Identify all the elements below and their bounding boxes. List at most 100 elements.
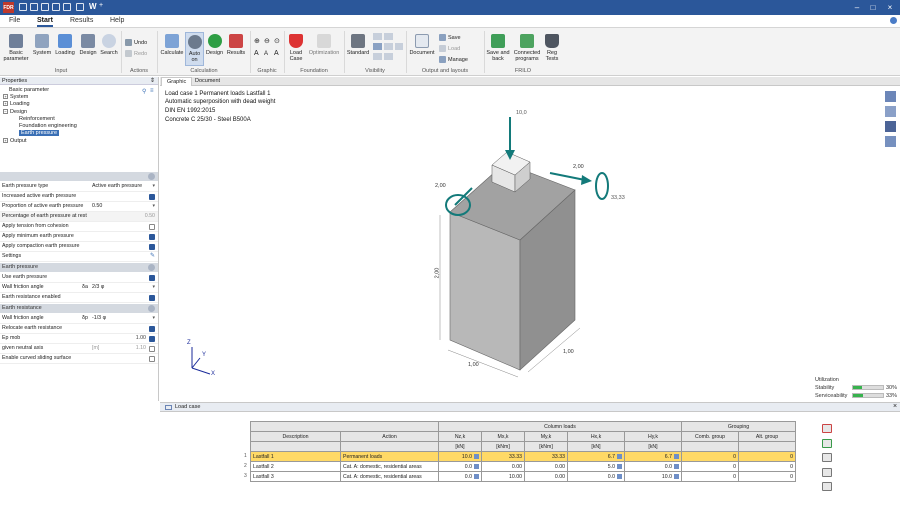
tab-help[interactable]: Help <box>110 17 124 24</box>
close-panel-icon[interactable]: × <box>893 403 897 410</box>
table-row[interactable]: Lastfall 2 Cat. A: domestic, residential… <box>250 461 796 472</box>
cell-description[interactable]: Lastfall 3 <box>250 471 341 482</box>
prop-earth-pressure-type[interactable]: Earth pressure type Active earth pressure… <box>0 182 158 192</box>
design-calc-button[interactable]: Design <box>205 34 224 56</box>
print-icon[interactable] <box>52 3 60 11</box>
checkbox[interactable] <box>149 346 155 352</box>
col-action[interactable]: Action <box>340 431 439 442</box>
design-input-button[interactable]: Design <box>77 34 99 56</box>
standard-view-button[interactable]: Standard <box>346 34 370 56</box>
toggle-2-icon[interactable] <box>384 33 393 40</box>
tree-basic-parameter[interactable]: Basic parameter <box>9 87 49 93</box>
cell-comb[interactable]: 0 <box>681 451 739 462</box>
search-icon[interactable]: ⚲ <box>142 88 146 95</box>
toggle-3-icon[interactable] <box>373 43 382 50</box>
col-alt-group[interactable]: Alt. group <box>738 431 796 442</box>
layout-load-button[interactable]: Load <box>439 45 460 52</box>
expand-icon[interactable]: + <box>3 101 8 106</box>
save-file-icon[interactable] <box>41 3 49 11</box>
col-mx[interactable]: Mx,k <box>481 431 525 442</box>
edit-cell-icon[interactable] <box>617 453 622 459</box>
tree-reinforcement[interactable]: Reinforcement <box>19 116 55 122</box>
font-larger-icon[interactable]: A <box>254 50 259 57</box>
loading-button[interactable]: Loading <box>54 34 76 56</box>
prop-settings[interactable]: Settings ✎ <box>0 252 158 262</box>
prop-earth-resistance-enabled[interactable]: Earth resistance enabled <box>0 293 158 303</box>
font-smaller-icon[interactable]: A <box>264 51 268 57</box>
system-button[interactable]: System <box>31 34 53 56</box>
tree-loading[interactable]: + Loading <box>3 101 30 107</box>
toggle-1-icon[interactable] <box>373 33 382 40</box>
section-earth-resistance[interactable]: Earth resistance <box>0 304 158 313</box>
help-icon[interactable] <box>890 17 897 24</box>
col-my[interactable]: My,k <box>524 431 568 442</box>
col-hy[interactable]: Hy,k <box>624 431 682 442</box>
collapse-icon[interactable]: ≡ <box>150 88 154 94</box>
section-collapse-icon[interactable] <box>148 264 155 271</box>
expand-icon[interactable]: + <box>3 138 8 143</box>
checkbox[interactable] <box>149 326 155 332</box>
undo-button[interactable]: Undo <box>125 39 147 46</box>
load-case-button[interactable]: Load Case <box>286 34 306 62</box>
zoom-out-icon[interactable]: ⊖ <box>264 37 270 45</box>
cell-hx[interactable]: 5.0 <box>567 461 625 472</box>
reg-tests-button[interactable]: Reg Tests <box>544 34 560 62</box>
zoom-in-icon[interactable]: ⊕ <box>254 37 260 45</box>
cell-hx[interactable]: 0.0 <box>567 471 625 482</box>
section-collapse-icon[interactable] <box>148 305 155 312</box>
prop-curved-sliding[interactable]: Enable curved sliding surface <box>0 354 158 364</box>
cell-action[interactable]: Permanent loads <box>340 451 439 462</box>
tree-output[interactable]: + Output <box>3 138 27 144</box>
open-file-icon[interactable] <box>30 3 38 11</box>
toggle-6-icon[interactable] <box>373 53 382 60</box>
cell-mx[interactable]: 0.00 <box>481 461 525 472</box>
cell-nz[interactable]: 10.0 <box>438 451 482 462</box>
prop-minimum-earth[interactable]: Apply minimum earth pressure <box>0 232 158 242</box>
expand-icon[interactable]: + <box>3 94 8 99</box>
delete-row-icon[interactable] <box>822 424 832 433</box>
zoom-fit-icon[interactable]: ⊙ <box>274 37 280 45</box>
tree-design[interactable]: − Design <box>3 109 27 115</box>
tab-start[interactable]: Start <box>37 17 53 27</box>
col-nz[interactable]: Nz,k <box>438 431 482 442</box>
checkbox[interactable] <box>149 234 155 240</box>
prop-wall-friction-p[interactable]: Wall friction angle δp -1/3 φ ▾ <box>0 314 158 324</box>
cell-my[interactable]: 0.00 <box>524 471 568 482</box>
add-row-icon[interactable] <box>822 439 832 448</box>
cell-comb[interactable]: 0 <box>681 471 739 482</box>
cell-comb[interactable]: 0 <box>681 461 739 472</box>
cell-description[interactable]: Lastfall 1 <box>250 451 341 462</box>
toggle-4-icon[interactable] <box>384 43 393 50</box>
view-cube-front-icon[interactable] <box>885 106 896 117</box>
dropdown-arrow-icon[interactable]: ▾ <box>152 202 155 211</box>
checkbox[interactable] <box>149 295 155 301</box>
calculate-button[interactable]: Calculate <box>160 34 184 56</box>
prop-increased-active[interactable]: Increased active earth pressure <box>0 192 158 202</box>
redo-button[interactable]: Redo <box>125 50 147 57</box>
checkbox[interactable] <box>149 244 155 250</box>
view-cube-iso-icon[interactable] <box>885 91 896 102</box>
save-and-back-button[interactable]: Save and back <box>486 34 510 62</box>
edit-cell-icon[interactable] <box>474 463 479 469</box>
checkbox[interactable] <box>149 356 155 362</box>
cell-alt[interactable]: 0 <box>738 451 796 462</box>
close-icon[interactable]: × <box>884 2 896 13</box>
section-collapse-icon[interactable] <box>148 173 155 180</box>
layout-save-button[interactable]: Save <box>439 34 461 41</box>
layout-manage-button[interactable]: Manage <box>439 56 468 63</box>
search-button[interactable]: Search <box>99 34 119 56</box>
dropdown-arrow-icon[interactable]: ▾ <box>152 314 155 323</box>
copy-row-icon[interactable] <box>822 468 832 477</box>
maximize-icon[interactable]: □ <box>867 2 879 13</box>
tab-results[interactable]: Results <box>70 17 93 24</box>
minimize-icon[interactable]: – <box>851 2 863 13</box>
load-case-tab[interactable]: Load case <box>175 404 200 410</box>
new-file-icon[interactable] <box>19 3 27 11</box>
tab-document[interactable]: Document <box>190 77 225 86</box>
cell-mx[interactable]: 10.00 <box>481 471 525 482</box>
edit-cell-icon[interactable] <box>674 473 679 479</box>
pin-icon[interactable]: ⇕ <box>150 77 155 84</box>
checkbox[interactable] <box>149 336 155 342</box>
edit-cell-icon[interactable] <box>474 473 479 479</box>
cell-hy[interactable]: 6.7 <box>624 451 682 462</box>
